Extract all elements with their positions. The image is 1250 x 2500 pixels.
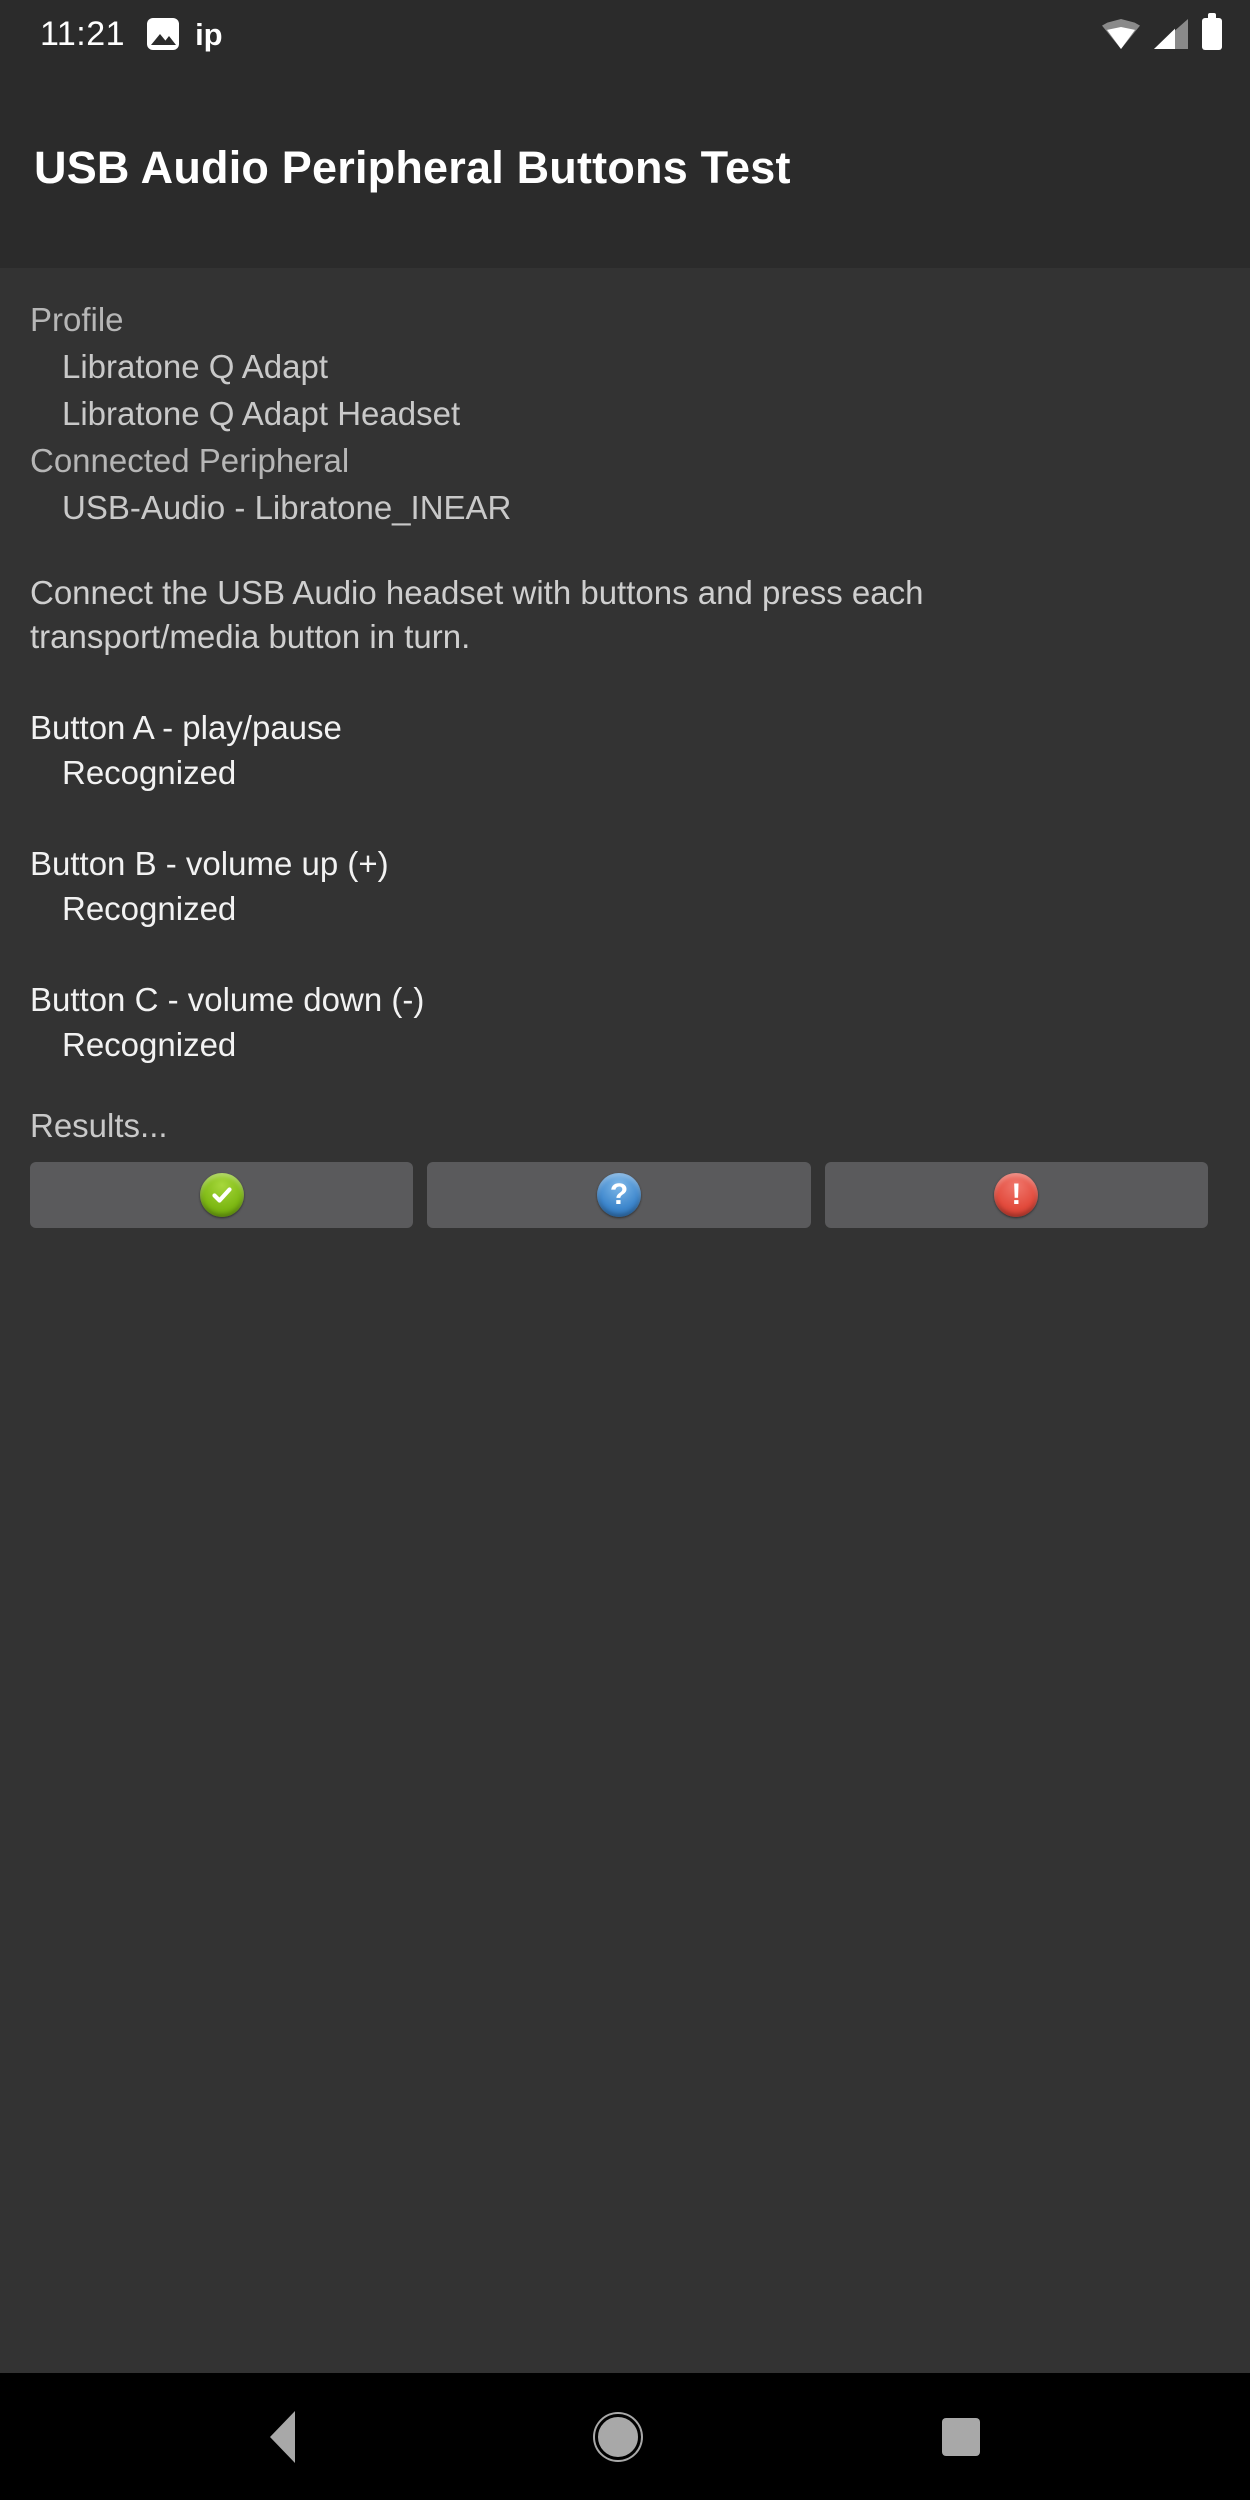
button-test-c-status: Recognized — [62, 1026, 237, 1063]
button-test-b-status: Recognized — [62, 890, 237, 927]
battery-full-icon — [1202, 13, 1222, 50]
home-nav-icon[interactable] — [595, 2413, 642, 2460]
profile-block: Profile Libratone Q Adapt Libratone Q Ad… — [30, 296, 1220, 531]
fail-button[interactable]: ! — [824, 1162, 1208, 1228]
page-title: USB Audio Peripheral Buttons Test — [34, 142, 791, 193]
button-test-b-title: Button B - volume up (+) — [30, 845, 389, 882]
status-bar: 11:21 ip — [0, 0, 1250, 68]
wifi-icon — [1102, 19, 1140, 49]
status-bar-left: 11:21 ip — [40, 17, 223, 51]
info-button[interactable]: ? — [427, 1162, 811, 1228]
profile-value-2: Libratone Q Adapt Headset — [62, 395, 461, 432]
connected-peripheral-value: USB-Audio - Libratone_INEAR — [62, 489, 512, 526]
question-glyph: ? — [609, 1178, 629, 1211]
button-test-a-status: Recognized — [62, 754, 237, 791]
pass-button[interactable] — [30, 1162, 414, 1228]
exclamation-circle-icon: ! — [994, 1173, 1039, 1217]
back-nav-icon[interactable] — [270, 2410, 296, 2463]
status-bar-right — [1102, 13, 1222, 50]
app-bar: USB Audio Peripheral Buttons Test — [0, 68, 1250, 268]
button-test-c: Button C - volume down (-) Recognized — [30, 977, 1220, 1067]
result-button-row: ? ! — [30, 1162, 1220, 1228]
phone-screen: 11:21 ip USB Audio Peripheral Buttons Te… — [0, 0, 1250, 2500]
profile-label: Profile — [30, 301, 124, 338]
recents-nav-icon[interactable] — [941, 2417, 980, 2456]
check-circle-icon — [199, 1173, 244, 1217]
status-bar-notification-text: ip — [195, 16, 223, 52]
main-content: Profile Libratone Q Adapt Libratone Q Ad… — [0, 268, 1250, 2373]
cellular-signal-icon — [1154, 19, 1188, 49]
connected-peripheral-label: Connected Peripheral — [30, 442, 350, 479]
question-circle-icon: ? — [596, 1173, 641, 1217]
system-navigation-bar — [0, 2373, 1250, 2500]
photo-icon — [147, 18, 180, 50]
button-test-a-title: Button A - play/pause — [30, 709, 342, 746]
button-test-c-title: Button C - volume down (-) — [30, 981, 425, 1018]
status-bar-notification-icons: ip — [147, 18, 223, 50]
instructions-text: Connect the USB Audio headset with butto… — [30, 574, 924, 655]
button-test-b: Button B - volume up (+) Recognized — [30, 841, 1220, 931]
status-bar-clock: 11:21 — [40, 15, 126, 53]
exclamation-glyph: ! — [1011, 1178, 1022, 1211]
button-test-a: Button A - play/pause Recognized — [30, 705, 1220, 795]
profile-value-1: Libratone Q Adapt — [62, 348, 329, 385]
results-label: Results... — [30, 1107, 168, 1144]
